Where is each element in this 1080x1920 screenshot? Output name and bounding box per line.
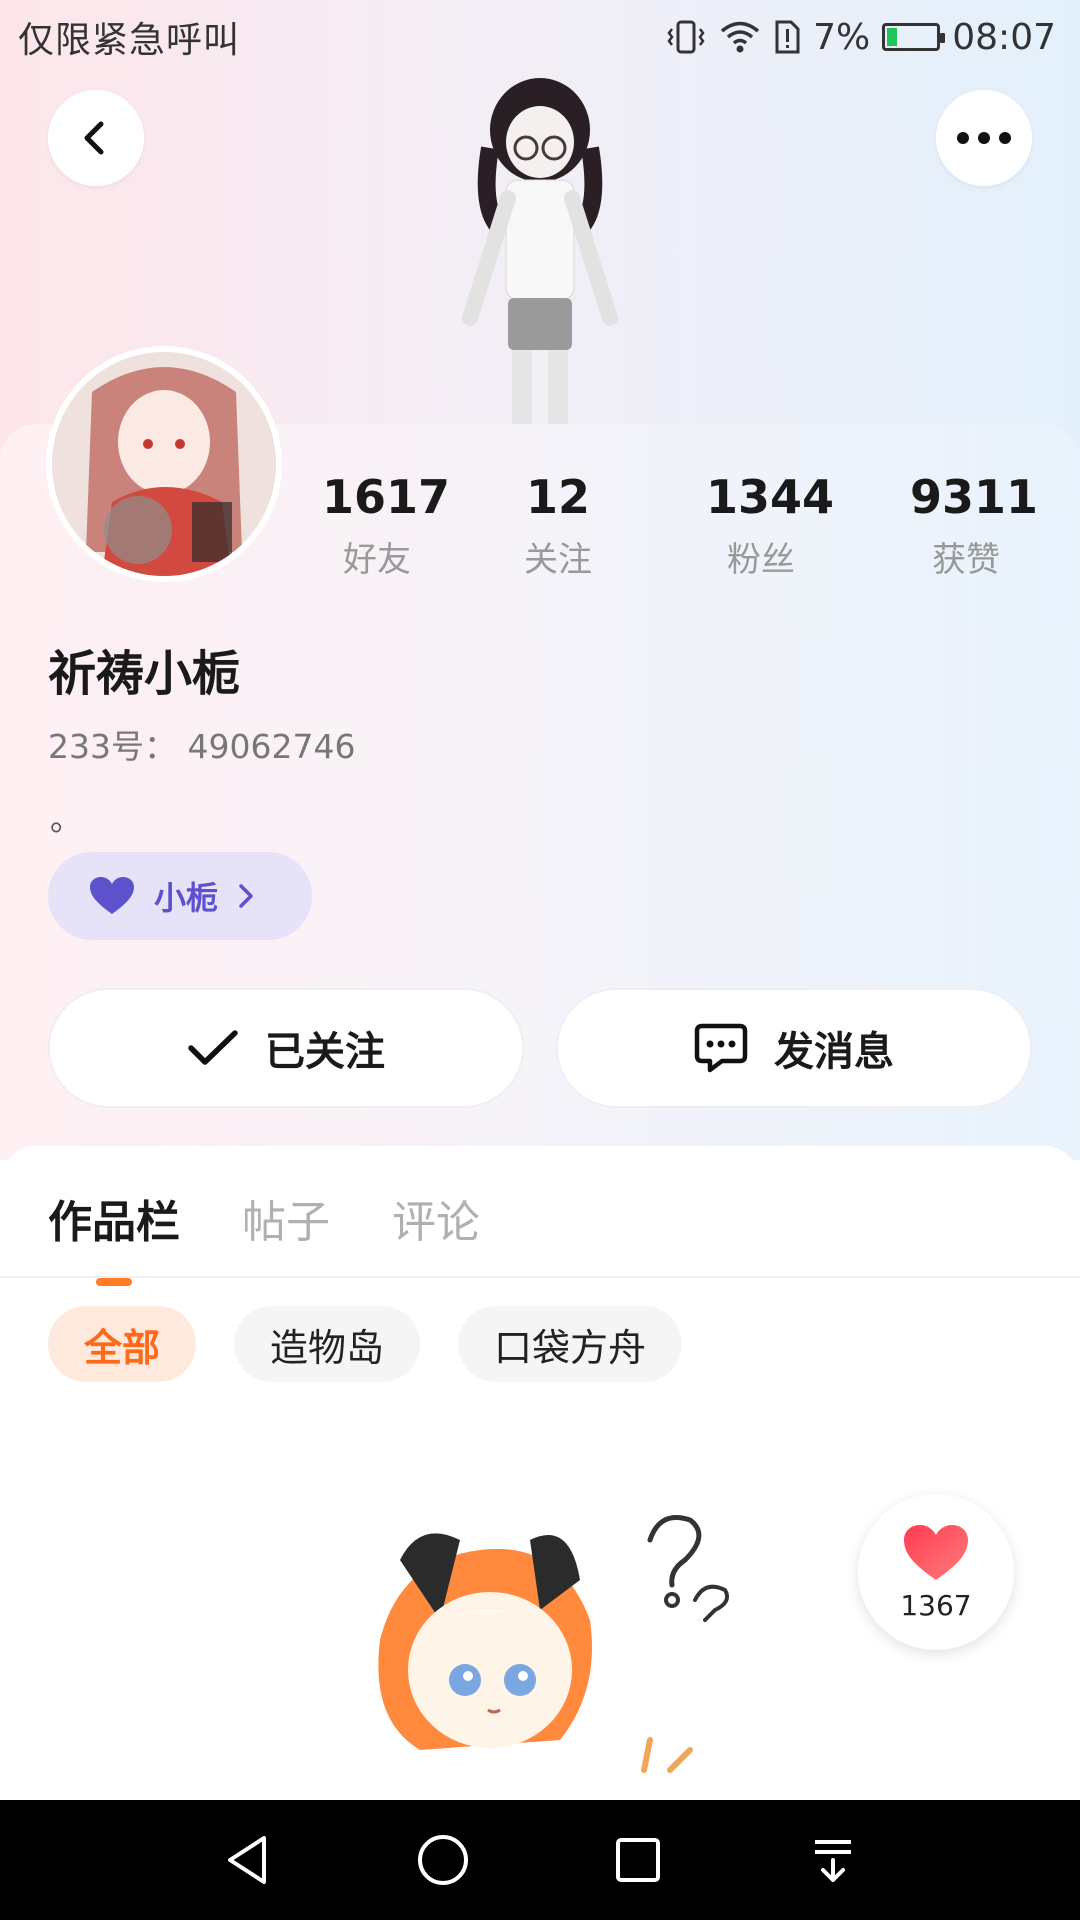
stat-value: 12 [525,470,590,524]
message-button[interactable]: 发消息 [556,988,1032,1108]
uid-value: 49062746 [187,727,356,766]
stat-following[interactable]: 12 关注 [508,470,608,581]
chevron-left-icon [84,121,104,155]
stat-fans[interactable]: 1344 粉丝 [706,470,835,581]
chip-creation-island[interactable]: 造物岛 [234,1306,421,1382]
stat-label: 粉丝 [727,540,795,580]
message-label: 发消息 [774,1029,894,1075]
more-dots-icon [957,132,1011,144]
clock-time: 08:07 [952,16,1056,58]
stat-likes[interactable]: 9311 获赞 [910,470,1039,581]
tab-comments[interactable]: 评论 [392,1186,480,1250]
tab-label: 作品栏 [48,1197,180,1248]
stat-value: 1617 [322,470,451,524]
nav-home-icon[interactable] [415,1832,471,1888]
tab-label: 帖子 [242,1197,330,1248]
tab-label: 评论 [392,1197,480,1248]
carrier-text: 仅限紧急呼叫 [18,20,241,61]
stat-value: 1344 [706,470,835,524]
chat-bubble-icon [694,1023,748,1073]
stat-label: 关注 [524,540,592,580]
battery-icon [882,23,946,51]
follow-label: 已关注 [265,1029,385,1075]
chevron-right-icon [239,884,253,908]
nickname: 祈祷小栀 [48,646,241,702]
divider [0,1276,1080,1278]
checkmark-icon [188,1030,238,1065]
battery-percent: 7% [813,16,871,58]
vibrate-icon [665,19,707,55]
like-count: 1367 [900,1588,972,1622]
stat-value: 9311 [910,470,1039,524]
nav-recents-icon[interactable] [610,1832,666,1888]
content-panel: 作品栏 帖子 评论 全部 造物岛 口袋方舟 1367 [0,1146,1080,1796]
avatar-3d-figure [462,78,618,426]
empty-state-illustration [378,1515,729,1773]
stat-label: 获赞 [932,540,1000,580]
like-button[interactable]: 1367 [858,1494,1014,1650]
heart-tag-label: 小栀 [154,879,219,917]
uid-label: 233号： [48,727,177,766]
back-button[interactable] [48,90,144,186]
uid-row: 233号： 49062746 [48,720,355,768]
filter-chips: 全部 造物岛 口袋方舟 [48,1306,683,1382]
more-button[interactable] [936,90,1032,186]
stat-friends[interactable]: 1617 好友 [322,470,451,581]
tab-active-indicator [96,1278,132,1286]
chip-pocket-ark[interactable]: 口袋方舟 [458,1306,683,1382]
system-nav-bar [0,1800,1080,1920]
sim-alert-icon [773,20,801,54]
follow-button[interactable]: 已关注 [48,988,524,1108]
bio: 。 [50,800,83,838]
chip-all[interactable]: 全部 [48,1306,197,1382]
nav-back-icon[interactable] [220,1832,276,1888]
status-bar: 仅限紧急呼叫 7% 08:07 [0,0,1080,74]
stat-label: 好友 [343,540,411,580]
tab-bar: 作品栏 帖子 评论 [48,1186,480,1286]
status-icons: 7% 08:07 [665,17,1056,58]
heart-tag-button[interactable]: 小栀 [48,852,312,940]
nav-notification-icon[interactable] [805,1832,861,1888]
wifi-icon [719,20,761,54]
heart-icon [90,877,134,914]
tab-posts[interactable]: 帖子 [242,1186,330,1250]
heart-icon [904,1524,968,1580]
avatar[interactable] [46,346,282,582]
tab-works[interactable]: 作品栏 [48,1186,180,1286]
